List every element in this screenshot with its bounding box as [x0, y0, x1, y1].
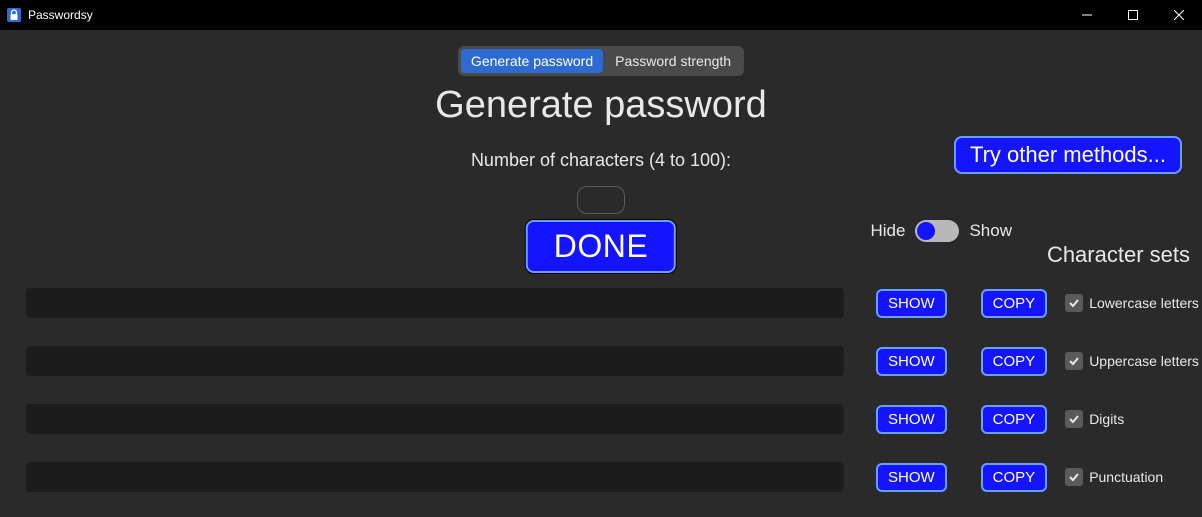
checkbox-uppercase[interactable]	[1065, 352, 1083, 370]
done-button[interactable]: DONE	[526, 220, 676, 273]
password-row: SHOW COPY Punctuation	[26, 462, 1202, 492]
try-other-methods-button[interactable]: Try other methods...	[954, 136, 1182, 174]
charset-option: Digits	[1065, 410, 1124, 428]
lock-icon	[6, 7, 22, 23]
show-button[interactable]: SHOW	[876, 289, 947, 318]
charset-label: Lowercase letters	[1089, 295, 1199, 311]
copy-button[interactable]: COPY	[981, 347, 1048, 376]
charset-label: Digits	[1089, 411, 1124, 427]
password-field[interactable]	[26, 462, 844, 492]
show-button[interactable]: SHOW	[876, 405, 947, 434]
checkbox-punctuation[interactable]	[1065, 468, 1083, 486]
title-bar: Passwordsy	[0, 0, 1202, 30]
charset-option: Uppercase letters	[1065, 352, 1199, 370]
tab-password-strength[interactable]: Password strength	[605, 49, 741, 73]
show-label: Show	[969, 221, 1012, 241]
show-button[interactable]: SHOW	[876, 463, 947, 492]
toggle-knob	[917, 222, 935, 240]
tabs: Generate password Password strength	[458, 46, 744, 76]
checkbox-lowercase[interactable]	[1065, 294, 1083, 312]
char-count-input[interactable]	[577, 186, 625, 214]
copy-button[interactable]: COPY	[981, 405, 1048, 434]
password-row: SHOW COPY Digits	[26, 404, 1202, 434]
close-button[interactable]	[1156, 0, 1202, 30]
copy-button[interactable]: COPY	[981, 463, 1048, 492]
character-sets-heading: Character sets	[1047, 242, 1190, 268]
maximize-button[interactable]	[1110, 0, 1156, 30]
app-body: Generate password Password strength Gene…	[0, 30, 1202, 517]
password-field[interactable]	[26, 288, 844, 318]
charset-option: Lowercase letters	[1065, 294, 1199, 312]
page-title: Generate password	[0, 84, 1202, 127]
window-controls	[1064, 0, 1202, 30]
password-field[interactable]	[26, 346, 844, 376]
title-bar-left: Passwordsy	[0, 7, 93, 23]
charset-option: Punctuation	[1065, 468, 1163, 486]
password-rows: SHOW COPY Lowercase letters SHOW COPY Up…	[26, 288, 1202, 517]
checkbox-digits[interactable]	[1065, 410, 1083, 428]
app-title: Passwordsy	[28, 8, 93, 22]
password-field[interactable]	[26, 404, 844, 434]
show-button[interactable]: SHOW	[876, 347, 947, 376]
visibility-toggle-row: Hide Show	[871, 220, 1013, 242]
charset-label: Uppercase letters	[1089, 353, 1199, 369]
hide-label: Hide	[871, 221, 906, 241]
password-row: SHOW COPY Uppercase letters	[26, 346, 1202, 376]
copy-button[interactable]: COPY	[981, 289, 1048, 318]
minimize-button[interactable]	[1064, 0, 1110, 30]
charset-label: Punctuation	[1089, 469, 1163, 485]
visibility-toggle[interactable]	[915, 220, 959, 242]
tab-generate-password[interactable]: Generate password	[461, 49, 603, 73]
password-row: SHOW COPY Lowercase letters	[26, 288, 1202, 318]
